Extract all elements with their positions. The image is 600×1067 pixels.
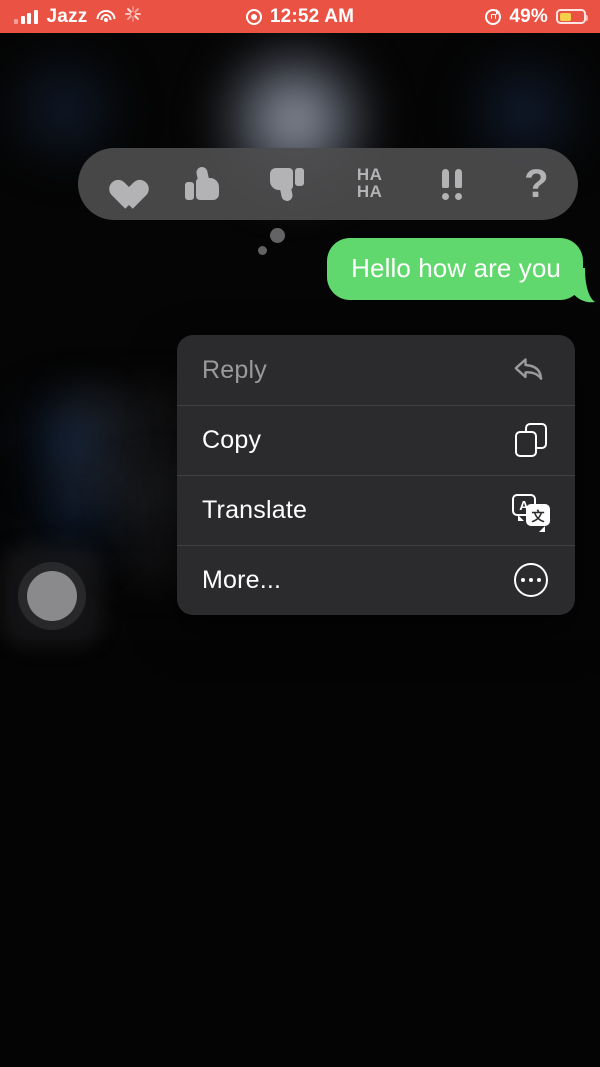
message-bubble[interactable]: Hello how are you — [327, 238, 583, 300]
translate-target-letter: 文 — [526, 504, 550, 532]
status-bar: Jazz 12:52 AM 49% — [0, 0, 600, 33]
context-menu-item-copy[interactable]: Copy — [177, 405, 575, 475]
phone-screen: Jazz 12:52 AM 49% HA HA ? Hello how are … — [0, 0, 600, 1067]
exclamation-icon — [439, 167, 467, 201]
backdrop-glow-left-b — [30, 478, 115, 550]
tapback-haha[interactable]: HA HA — [339, 156, 401, 212]
assistive-touch-button[interactable] — [18, 562, 86, 630]
cellular-signal-icon — [14, 9, 38, 24]
status-bar-left: Jazz — [14, 5, 141, 28]
status-bar-right: 49% — [485, 5, 588, 28]
reply-arrow-icon — [511, 350, 551, 390]
haha-line-2: HA — [356, 182, 383, 201]
rotation-lock-icon — [485, 8, 502, 25]
carrier-label: Jazz — [46, 5, 88, 27]
translate-icon: A 文 — [511, 490, 551, 532]
thumbs-up-icon — [184, 166, 221, 201]
context-menu-item-more[interactable]: More... — [177, 545, 575, 615]
context-menu-label-copy: Copy — [202, 425, 262, 454]
context-menu-label-more: More... — [202, 565, 282, 594]
context-menu-item-translate[interactable]: Translate A 文 — [177, 475, 575, 545]
assistive-touch-inner — [27, 571, 77, 621]
tapback-reaction-bar[interactable]: HA HA ? — [78, 148, 578, 220]
backdrop-dim-lower — [0, 640, 600, 1067]
more-ellipsis-icon — [511, 560, 551, 600]
tapback-exclamation[interactable] — [422, 156, 484, 212]
haha-icon: HA HA — [357, 167, 383, 200]
thumbs-down-icon — [268, 167, 305, 202]
battery-low-power-icon — [556, 9, 588, 24]
tapback-heart[interactable] — [89, 156, 151, 212]
backdrop-glow-right-top — [465, 62, 585, 162]
activity-spinner-icon — [124, 5, 141, 24]
wifi-icon — [96, 9, 116, 24]
copy-pages-icon — [511, 420, 551, 460]
backdrop-glow-left-a — [20, 400, 115, 480]
battery-percent-label: 49% — [509, 5, 548, 27]
context-menu-label-reply: Reply — [202, 355, 267, 384]
message-text: Hello how are you — [351, 253, 561, 283]
tapback-thumbs-up[interactable] — [172, 156, 234, 212]
message-context-menu[interactable]: Reply Copy Translate A 文 More... — [177, 335, 575, 615]
context-menu-label-translate: Translate — [202, 495, 308, 524]
backdrop-glow-left-top — [10, 62, 120, 157]
clock-label: 12:52 AM — [269, 5, 355, 27]
question-icon: ? — [524, 162, 549, 206]
location-recording-icon — [245, 8, 262, 25]
heart-icon — [102, 168, 138, 200]
tapback-thumbs-down[interactable] — [255, 156, 317, 212]
tapback-question[interactable]: ? — [505, 156, 567, 212]
context-menu-item-reply[interactable]: Reply — [177, 335, 575, 405]
